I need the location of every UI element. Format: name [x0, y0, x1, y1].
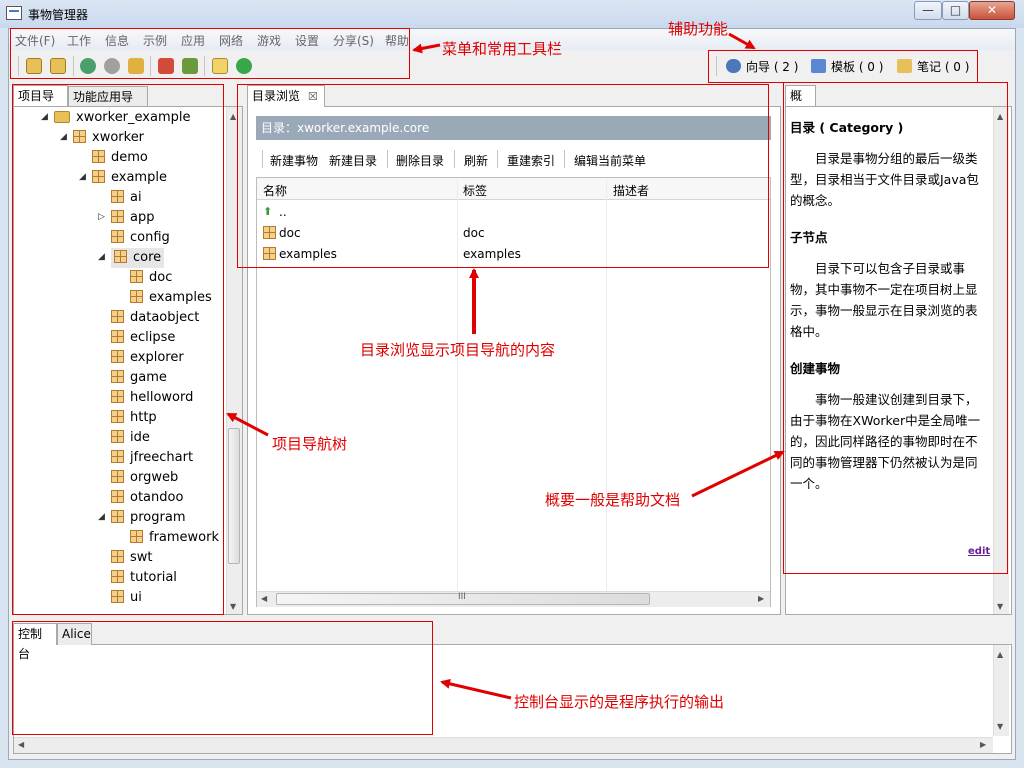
annotation-console: 控制台显示的是程序执行的输出: [514, 693, 725, 711]
arrow-menu: [412, 43, 441, 54]
annotation-tree: 项目导航树: [272, 435, 348, 453]
arrow-summary: [691, 450, 785, 498]
annotation-menu: 菜单和常用工具栏: [442, 40, 563, 58]
arrow-console: [440, 678, 512, 700]
annotation-summary: 概要一般是帮助文档: [545, 491, 681, 509]
annotation-dir: 目录浏览显示项目导航的内容: [360, 341, 556, 359]
arrow-tree: [226, 412, 269, 437]
annotation-assist: 辅助功能: [668, 20, 729, 38]
arrow-assist: [728, 32, 756, 50]
annotation-arrows: [226, 32, 785, 700]
